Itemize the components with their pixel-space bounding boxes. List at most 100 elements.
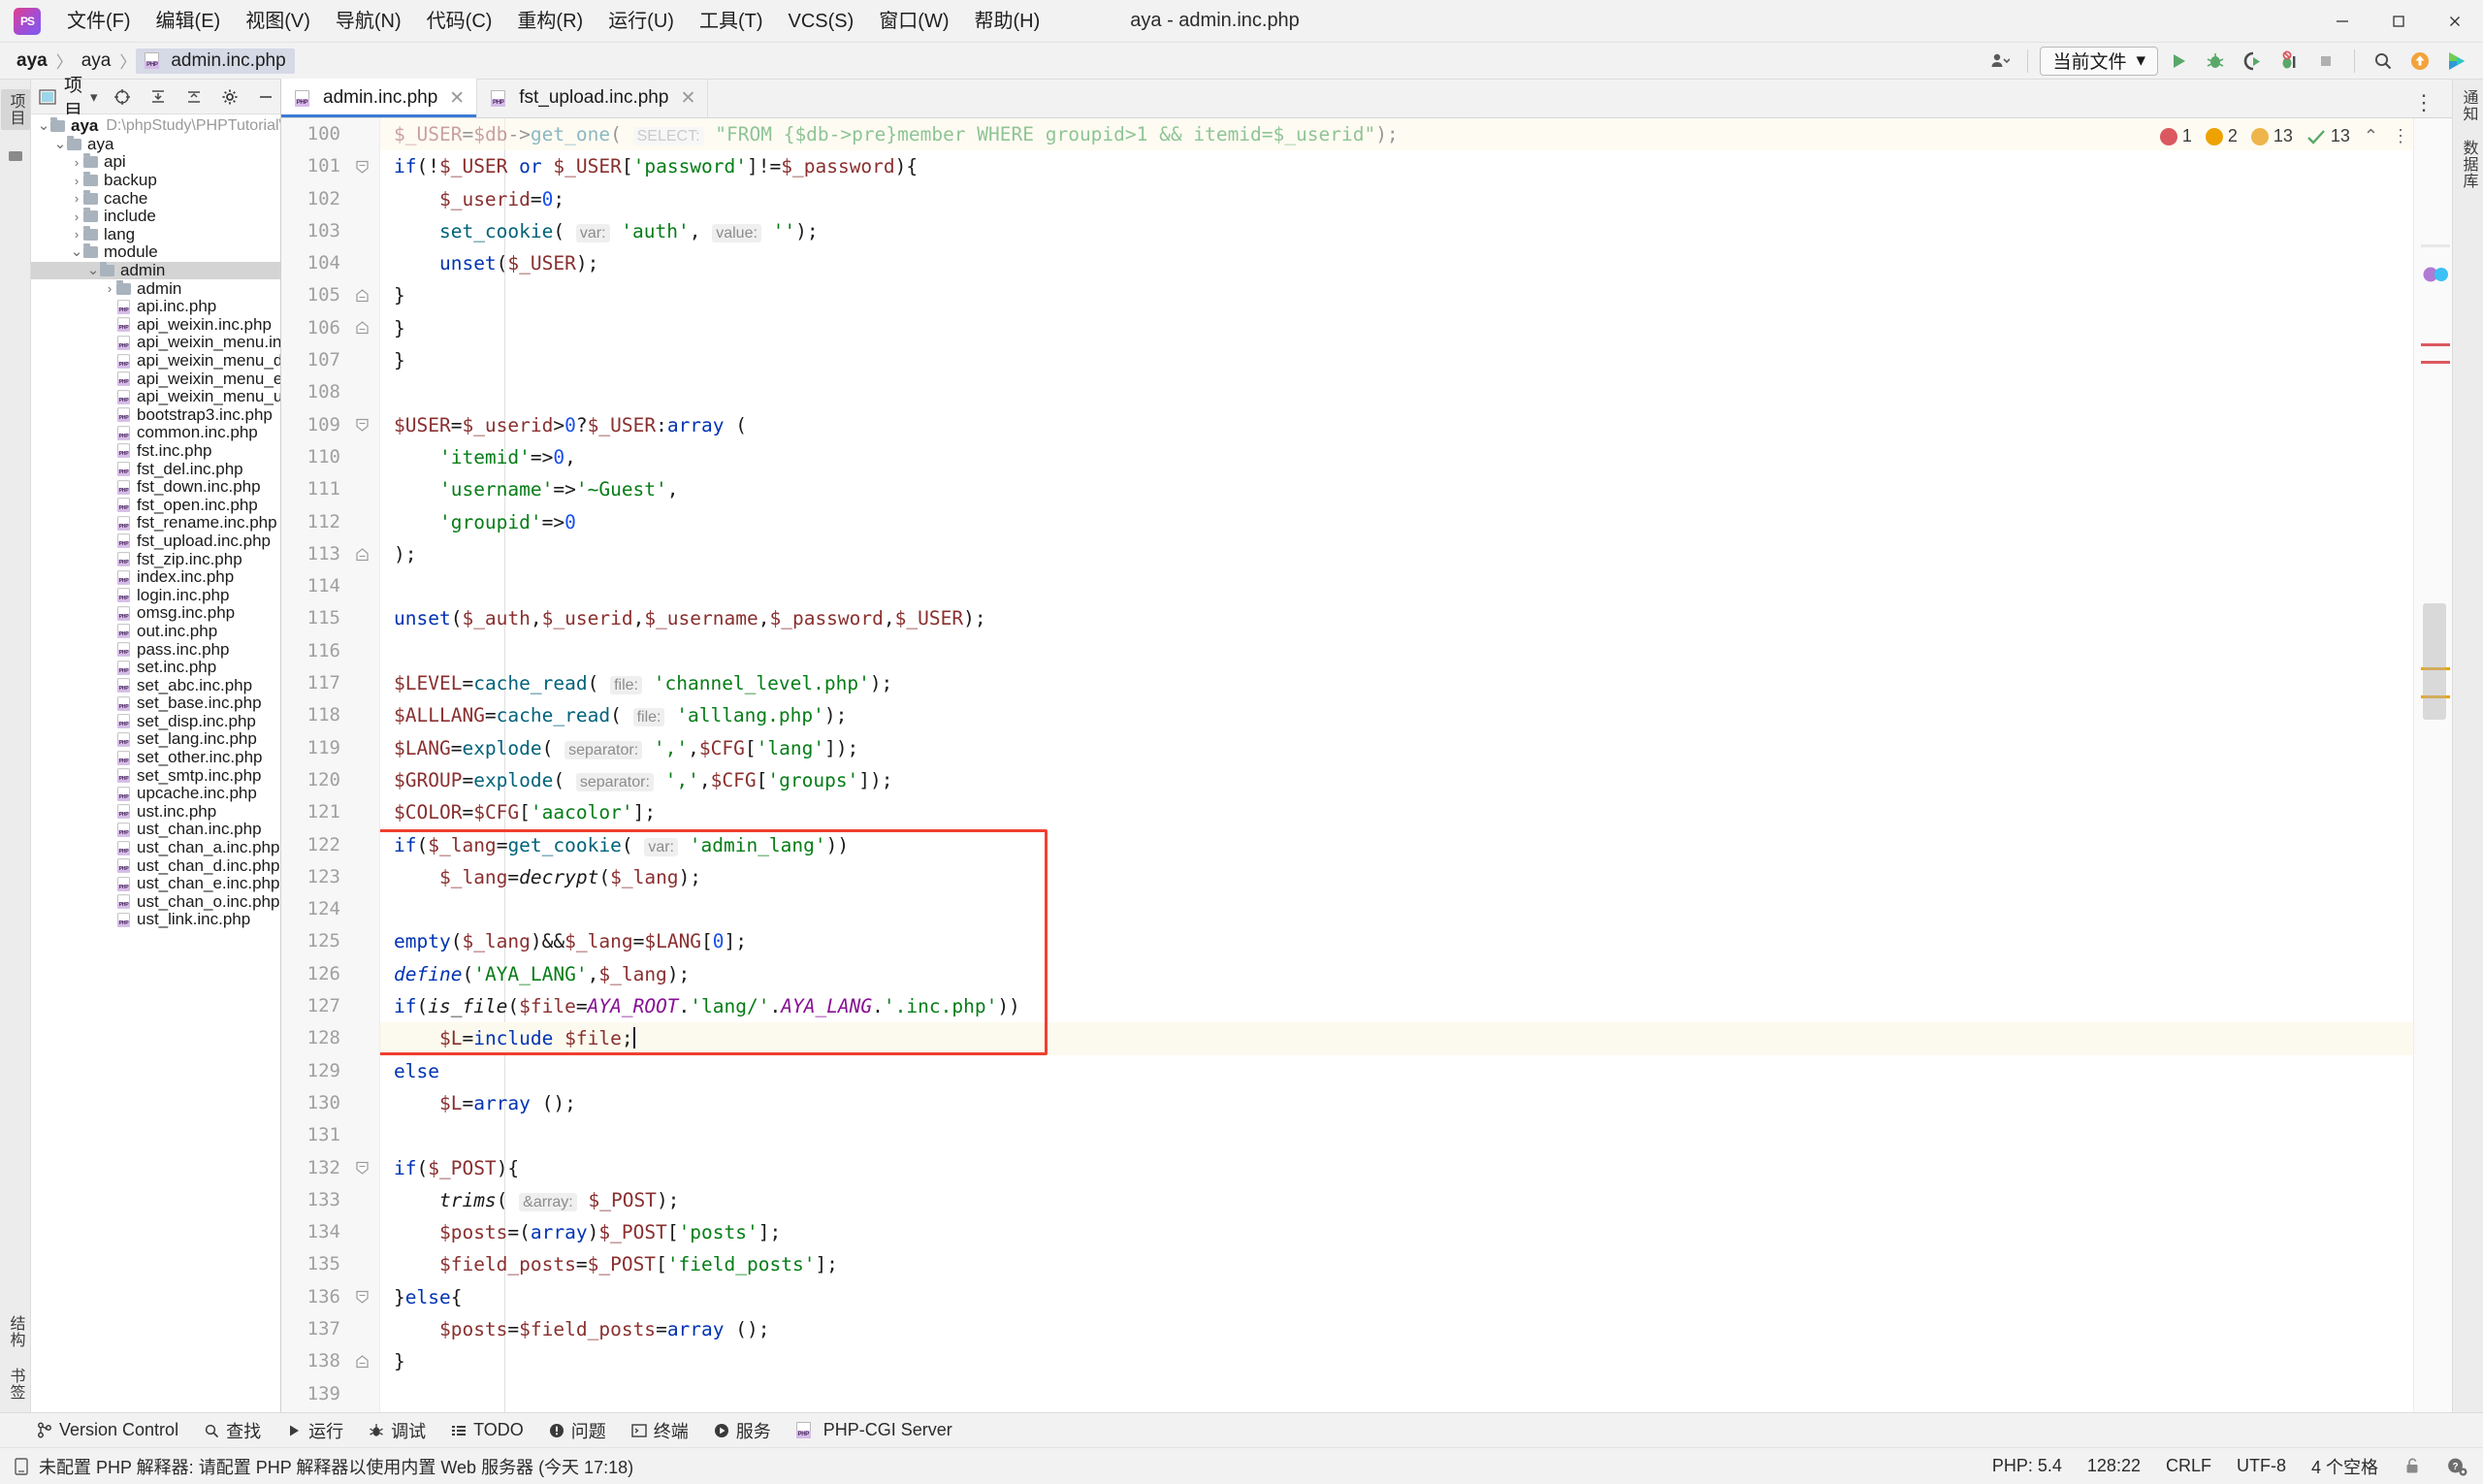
fold-end-icon[interactable]	[355, 1354, 370, 1369]
fold-collapse-icon[interactable]	[355, 418, 370, 433]
tree-folder-node[interactable]: ⌄admin	[31, 262, 280, 280]
gutter-line-number[interactable]: 100	[281, 118, 379, 150]
tree-file-node[interactable]: fst_down.inc.php	[31, 478, 280, 497]
tree-file-node[interactable]: login.inc.php	[31, 586, 280, 604]
code-line[interactable]: define('AYA_LANG',$_lang);	[380, 958, 2452, 990]
code-line[interactable]: 'itemid'=>0,	[380, 441, 2452, 473]
gutter-line-number[interactable]: 116	[281, 635, 379, 667]
menu-window[interactable]: 窗口(W)	[866, 3, 961, 40]
maximize-button[interactable]	[2370, 0, 2427, 43]
gutter-line-number[interactable]: 118	[281, 699, 379, 731]
gutter-line-number[interactable]: 103	[281, 215, 379, 247]
fold-end-icon[interactable]	[355, 321, 370, 336]
code-line[interactable]: );	[380, 538, 2452, 570]
unlocked-padlock-icon[interactable]	[2403, 1457, 2421, 1475]
stop-button[interactable]	[2309, 47, 2342, 76]
notification-avatars[interactable]	[2423, 264, 2448, 285]
code-line[interactable]: if(is_file($file=AYA_ROOT.'lang/'.AYA_LA…	[380, 990, 2452, 1022]
chevron-down-icon[interactable]: ⌄	[37, 122, 50, 130]
tree-folder-node[interactable]: ›lang	[31, 226, 280, 244]
tree-file-node[interactable]: set_lang.inc.php	[31, 730, 280, 749]
help-gear-icon[interactable]: ?	[2446, 1457, 2467, 1476]
tool-window-debug[interactable]: 调试	[369, 1418, 426, 1443]
chevron-right-icon[interactable]: ›	[70, 174, 83, 188]
tool-window-problems[interactable]: 问题	[549, 1418, 606, 1443]
gutter-line-number[interactable]: 104	[281, 247, 379, 279]
fold-end-icon[interactable]	[355, 547, 370, 562]
tree-file-node[interactable]: api_weixin_menu_up.inc.php	[31, 388, 280, 406]
editor-tab-admin-inc-php[interactable]: admin.inc.php ✕	[281, 79, 477, 117]
editor-gutter[interactable]: 1001011021031041051061071081091101111121…	[281, 118, 380, 1412]
tree-file-node[interactable]: omsg.inc.php	[31, 604, 280, 623]
menu-refactor[interactable]: 重构(R)	[504, 3, 596, 40]
code-line[interactable]	[380, 570, 2452, 602]
tree-file-node[interactable]: ust_link.inc.php	[31, 911, 280, 929]
gutter-line-number[interactable]: 114	[281, 570, 379, 602]
tool-window-services[interactable]: 服务	[714, 1418, 771, 1443]
tool-window-structure[interactable]: 结构	[4, 1315, 27, 1348]
tree-file-node[interactable]: pass.inc.php	[31, 640, 280, 659]
encoding-widget[interactable]: UTF-8	[2237, 1456, 2286, 1476]
code-line[interactable]: unset($_USER);	[380, 247, 2452, 279]
menu-run[interactable]: 运行(U)	[596, 3, 687, 40]
gutter-line-number[interactable]: 133	[281, 1184, 379, 1216]
chevron-right-icon[interactable]: ›	[103, 281, 116, 296]
code-line[interactable]: $posts=(array)$_POST['posts'];	[380, 1216, 2452, 1248]
indent-widget[interactable]: 4 个空格	[2311, 1454, 2378, 1479]
code-line[interactable]: if(!$_USER or $_USER['password']!=$_pass…	[380, 150, 2452, 182]
php-version-widget[interactable]: PHP: 5.4	[1992, 1456, 2062, 1476]
fold-collapse-icon[interactable]	[355, 159, 370, 174]
tree-file-node[interactable]: ust_chan.inc.php	[31, 821, 280, 839]
debug-button[interactable]	[2199, 47, 2232, 76]
editor-scrollbar-thumb[interactable]	[2423, 603, 2446, 720]
gutter-line-number[interactable]: 106	[281, 312, 379, 344]
code-line[interactable]	[380, 893, 2452, 925]
gutter-line-number[interactable]: 139	[281, 1378, 379, 1410]
tree-file-node[interactable]: fst_zip.inc.php	[31, 550, 280, 568]
chevron-right-icon[interactable]: ›	[70, 210, 83, 224]
menu-edit[interactable]: 编辑(E)	[144, 3, 234, 40]
warning-count-chip[interactable]: 2	[2206, 126, 2238, 146]
gutter-line-number[interactable]: 117	[281, 667, 379, 699]
gutter-line-number[interactable]: 136	[281, 1281, 379, 1313]
hide-panel-icon[interactable]	[249, 82, 282, 112]
tree-file-node[interactable]: set_other.inc.php	[31, 749, 280, 767]
gutter-line-number[interactable]: 126	[281, 958, 379, 990]
tool-window-todo[interactable]: TODO	[451, 1420, 524, 1440]
tree-file-node[interactable]: set.inc.php	[31, 659, 280, 677]
menu-code[interactable]: 代码(C)	[414, 3, 505, 40]
breadcrumb-item-file[interactable]: admin.inc.php	[136, 48, 294, 74]
code-line[interactable]: $posts=$field_posts=array ();	[380, 1313, 2452, 1345]
gutter-line-number[interactable]: 128	[281, 1022, 379, 1054]
tool-window-project[interactable]: 项目	[1, 89, 30, 130]
gutter-line-number[interactable]: 134	[281, 1216, 379, 1248]
fold-collapse-icon[interactable]	[355, 1161, 370, 1176]
tool-window-notifications[interactable]: 通知	[2457, 89, 2480, 122]
menu-view[interactable]: 视图(V)	[233, 3, 323, 40]
gutter-line-number[interactable]: 112	[281, 506, 379, 538]
gutter-line-number[interactable]: 120	[281, 764, 379, 796]
code-line[interactable]: $LANG=explode( separator: ',',$CFG['lang…	[380, 732, 2452, 764]
gutter-line-number[interactable]: 109	[281, 409, 379, 441]
gutter-line-number[interactable]: 101	[281, 150, 379, 182]
gutter-line-number[interactable]: 122	[281, 829, 379, 861]
error-count-chip[interactable]: 1	[2160, 126, 2192, 146]
notification-icon[interactable]	[14, 1458, 29, 1475]
gutter-line-number[interactable]: 102	[281, 183, 379, 215]
code-line[interactable]: $GROUP=explode( separator: ',',$CFG['gro…	[380, 764, 2452, 796]
menu-navigate[interactable]: 导航(N)	[323, 3, 414, 40]
tool-window-run[interactable]: 运行	[286, 1418, 343, 1443]
line-separator-widget[interactable]: CRLF	[2166, 1456, 2211, 1476]
fold-end-icon[interactable]	[355, 289, 370, 304]
chevron-down-icon[interactable]: ⌄	[86, 267, 100, 274]
chevron-down-icon[interactable]: ▾	[90, 88, 98, 106]
menu-vcs[interactable]: VCS(S)	[776, 3, 867, 40]
scroll-from-source-icon[interactable]	[106, 82, 139, 112]
tree-file-node[interactable]: set_smtp.inc.php	[31, 766, 280, 785]
tree-file-node[interactable]: fst_del.inc.php	[31, 460, 280, 478]
inspection-widget[interactable]: 1 2 13 13	[2160, 126, 2409, 146]
menu-file[interactable]: 文件(F)	[54, 3, 144, 40]
tree-file-node[interactable]: fst_open.inc.php	[31, 496, 280, 514]
menu-help[interactable]: 帮助(H)	[962, 3, 1053, 40]
code-line[interactable]	[380, 376, 2452, 408]
